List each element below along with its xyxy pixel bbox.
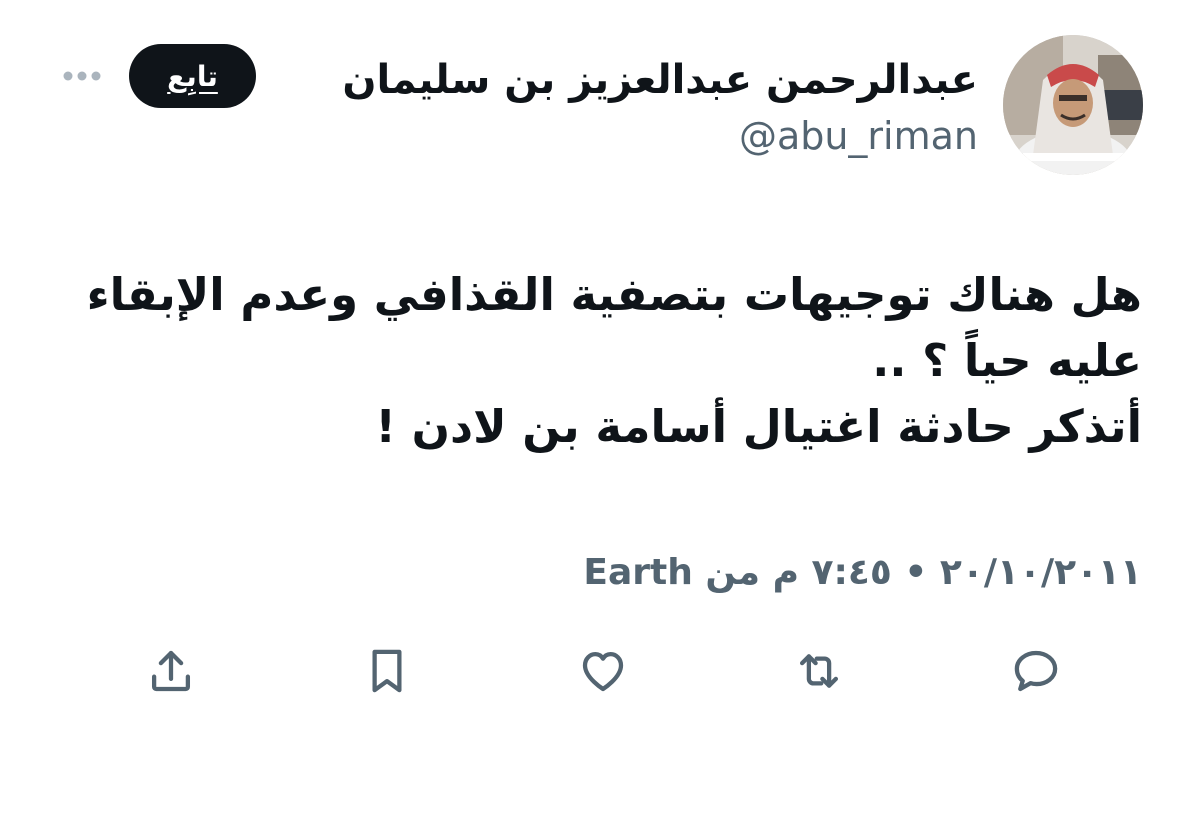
follow-button[interactable]: تابِع [129, 44, 256, 108]
share-icon [144, 644, 198, 702]
tweet-text: هل هناك توجيهات بتصفية القذافي وعدم الإب… [56, 262, 1142, 460]
tweet-text-line: هل هناك توجيهات بتصفية القذافي وعدم الإب… [86, 268, 1142, 321]
reply-button[interactable] [1003, 640, 1069, 706]
bookmark-button[interactable] [354, 640, 420, 706]
retweet-icon [792, 644, 846, 702]
avatar[interactable] [1003, 35, 1143, 175]
tweet-text-line: أتذكر حادثة اغتيال أسامة بن لادن ! [375, 400, 1142, 453]
retweet-button[interactable] [786, 640, 852, 706]
tweet-text-line: عليه حياً ؟ .. [872, 334, 1142, 387]
tweet-card: عبدالرحمن عبدالعزيز بن سليمان @abu_riman… [0, 0, 1200, 816]
display-name[interactable]: عبدالرحمن عبدالعزيز بن سليمان [342, 50, 978, 110]
heart-icon [576, 644, 630, 702]
like-button[interactable] [570, 640, 636, 706]
share-button[interactable] [138, 640, 204, 706]
bookmark-icon [360, 644, 414, 702]
more-options-button[interactable] [57, 58, 107, 94]
user-handle[interactable]: @abu_riman [739, 108, 978, 164]
more-horizontal-icon [62, 67, 102, 86]
comment-icon [1009, 644, 1063, 702]
tweet-timestamp[interactable]: ٢٠/١٠/٢٠١١ • ٧:٤٥ م من Earth [583, 548, 1142, 598]
